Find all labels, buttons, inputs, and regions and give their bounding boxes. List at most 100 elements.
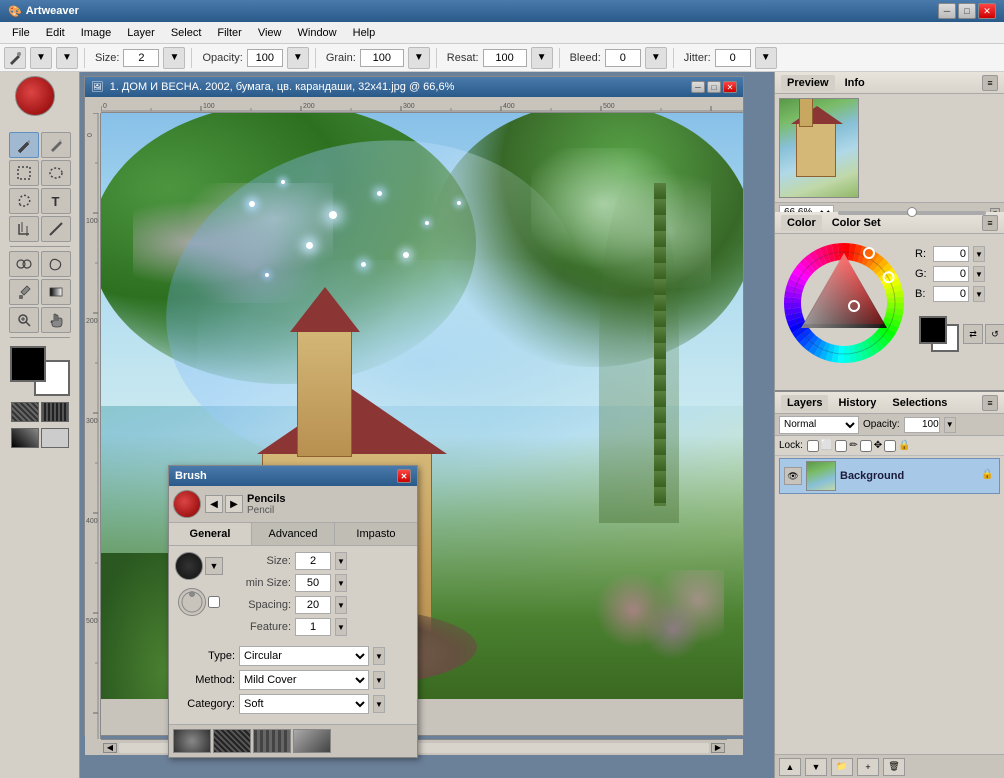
tab-history[interactable]: History — [832, 395, 882, 411]
brush-dropdown-btn[interactable]: ▼ — [30, 47, 52, 69]
category-arrow[interactable]: ▼ — [373, 695, 385, 713]
zoom-tool[interactable] — [9, 307, 39, 333]
jitter-input[interactable] — [715, 49, 751, 67]
brush-option-checkbox[interactable] — [208, 596, 220, 608]
new-group-btn[interactable]: 📁 — [831, 758, 853, 776]
lasso-tool[interactable] — [9, 188, 39, 214]
brush-swatch-4[interactable] — [293, 729, 331, 753]
menu-file[interactable]: File — [4, 25, 38, 41]
document-titlebar[interactable]: 🖼 1. ДОМ И ВЕСНА. 2002, бумага, цв. кара… — [85, 77, 743, 97]
color-wheel[interactable] — [779, 238, 909, 368]
menu-view[interactable]: View — [250, 25, 290, 41]
swap-colors-btn[interactable]: ⇄ — [963, 324, 983, 344]
minimize-button[interactable]: ─ — [938, 3, 956, 19]
brush-swatch-3[interactable] — [253, 729, 291, 753]
brush-angle-control[interactable] — [178, 588, 206, 616]
brush-spacing-arrow[interactable]: ▼ — [335, 596, 347, 614]
clone-tool[interactable] — [9, 251, 39, 277]
tab-color[interactable]: Color — [781, 215, 822, 231]
rect-select-tool[interactable] — [9, 160, 39, 186]
layers-options-btn[interactable]: ≡ — [982, 395, 998, 411]
layer-visibility-btn[interactable]: 👁 — [784, 467, 802, 485]
brush-tool-icon[interactable] — [4, 47, 26, 69]
menu-select[interactable]: Select — [163, 25, 210, 41]
opacity-input[interactable] — [247, 49, 283, 67]
layers-opacity-arrow[interactable]: ▼ — [944, 417, 956, 433]
brush-tab-general[interactable]: General — [169, 523, 252, 545]
brush-next-btn[interactable]: ▶ — [225, 495, 243, 513]
brush-close-btn[interactable]: ✕ — [397, 469, 411, 483]
brush-swatch-1[interactable] — [173, 729, 211, 753]
brush-type-select[interactable]: Circular Flat Camel — [239, 646, 369, 666]
rgb-b-arrow[interactable]: ▼ — [973, 286, 985, 302]
brush-method-select[interactable]: Mild Cover Cover Blend — [239, 670, 369, 690]
tab-colorset[interactable]: Color Set — [826, 215, 887, 231]
size-input[interactable] — [123, 49, 159, 67]
tab-layers[interactable]: Layers — [781, 395, 828, 411]
blend-mode-select[interactable]: Normal Multiply Screen Overlay — [779, 416, 859, 434]
hand-tool[interactable] — [41, 307, 71, 333]
close-button[interactable]: ✕ — [978, 3, 996, 19]
lock-paint-chk[interactable] — [835, 440, 847, 452]
move-layer-down-btn[interactable]: ▼ — [805, 758, 827, 776]
lock-all-chk[interactable] — [884, 440, 896, 452]
pattern-swatch-4[interactable] — [41, 428, 69, 448]
menu-window[interactable]: Window — [290, 25, 345, 41]
rgb-r-input[interactable] — [933, 246, 969, 262]
bleed-dropdown[interactable]: ▼ — [645, 47, 667, 69]
tool-extra-btn[interactable]: ▼ — [56, 47, 78, 69]
brush-size-input[interactable] — [295, 552, 331, 570]
delete-layer-btn[interactable]: 🗑 — [883, 758, 905, 776]
tab-preview[interactable]: Preview — [781, 75, 835, 91]
add-layer-btn[interactable]: + — [857, 758, 879, 776]
rgb-b-input[interactable] — [933, 286, 969, 302]
brush-minsize-arrow[interactable]: ▼ — [335, 574, 347, 592]
brush-tab-advanced[interactable]: Advanced — [252, 523, 335, 545]
brush-category-select[interactable]: Soft Hard Grainy — [239, 694, 369, 714]
rgb-g-input[interactable] — [933, 266, 969, 282]
rgb-g-arrow[interactable]: ▼ — [973, 266, 985, 282]
rgb-r-arrow[interactable]: ▼ — [973, 246, 985, 262]
pattern-swatch-3[interactable] — [11, 428, 39, 448]
ellipse-select-tool[interactable] — [41, 160, 71, 186]
brush-minsize-input[interactable] — [295, 574, 331, 592]
smudge-tool[interactable] — [41, 251, 71, 277]
pattern-swatch-2[interactable] — [41, 402, 69, 422]
type-arrow[interactable]: ▼ — [373, 647, 385, 665]
bleed-input[interactable] — [605, 49, 641, 67]
brush-prev-btn[interactable]: ◀ — [205, 495, 223, 513]
lock-transparency-chk[interactable] — [807, 440, 819, 452]
grain-input[interactable] — [360, 49, 404, 67]
brush-feature-arrow[interactable]: ▼ — [335, 618, 347, 636]
text-tool[interactable]: T — [41, 188, 71, 214]
doc-maximize-btn[interactable]: □ — [707, 81, 721, 93]
move-layer-up-btn[interactable]: ▲ — [779, 758, 801, 776]
grain-dropdown[interactable]: ▼ — [408, 47, 430, 69]
doc-close-btn[interactable]: ✕ — [723, 81, 737, 93]
resat-dropdown[interactable]: ▼ — [531, 47, 553, 69]
tab-info[interactable]: Info — [839, 75, 871, 91]
resat-input[interactable] — [483, 49, 527, 67]
eyedropper-tool[interactable] — [9, 279, 39, 305]
jitter-dropdown[interactable]: ▼ — [755, 47, 777, 69]
brush-swatch-2[interactable] — [213, 729, 251, 753]
menu-filter[interactable]: Filter — [209, 25, 249, 41]
brush-shape-dropdown[interactable]: ▼ — [205, 557, 223, 575]
brush-spacing-input[interactable] — [295, 596, 331, 614]
brush-feature-input[interactable] — [295, 618, 331, 636]
menu-layer[interactable]: Layer — [119, 25, 163, 41]
zoom-thumb[interactable] — [907, 207, 917, 217]
line-tool[interactable] — [41, 216, 71, 242]
method-arrow[interactable]: ▼ — [373, 671, 385, 689]
pencil-tool-btn[interactable] — [41, 132, 71, 158]
size-dropdown[interactable]: ▼ — [163, 47, 185, 69]
preview-thumbnail[interactable] — [779, 98, 859, 198]
layers-opacity-input[interactable] — [904, 417, 940, 433]
layer-row-background[interactable]: 👁 Background 🔒 — [779, 458, 1000, 494]
doc-minimize-btn[interactable]: ─ — [691, 81, 705, 93]
color-options-btn[interactable]: ≡ — [982, 215, 998, 231]
menu-image[interactable]: Image — [73, 25, 120, 41]
menu-edit[interactable]: Edit — [38, 25, 73, 41]
preview-options-btn[interactable]: ≡ — [982, 75, 998, 91]
maximize-button[interactable]: □ — [958, 3, 976, 19]
